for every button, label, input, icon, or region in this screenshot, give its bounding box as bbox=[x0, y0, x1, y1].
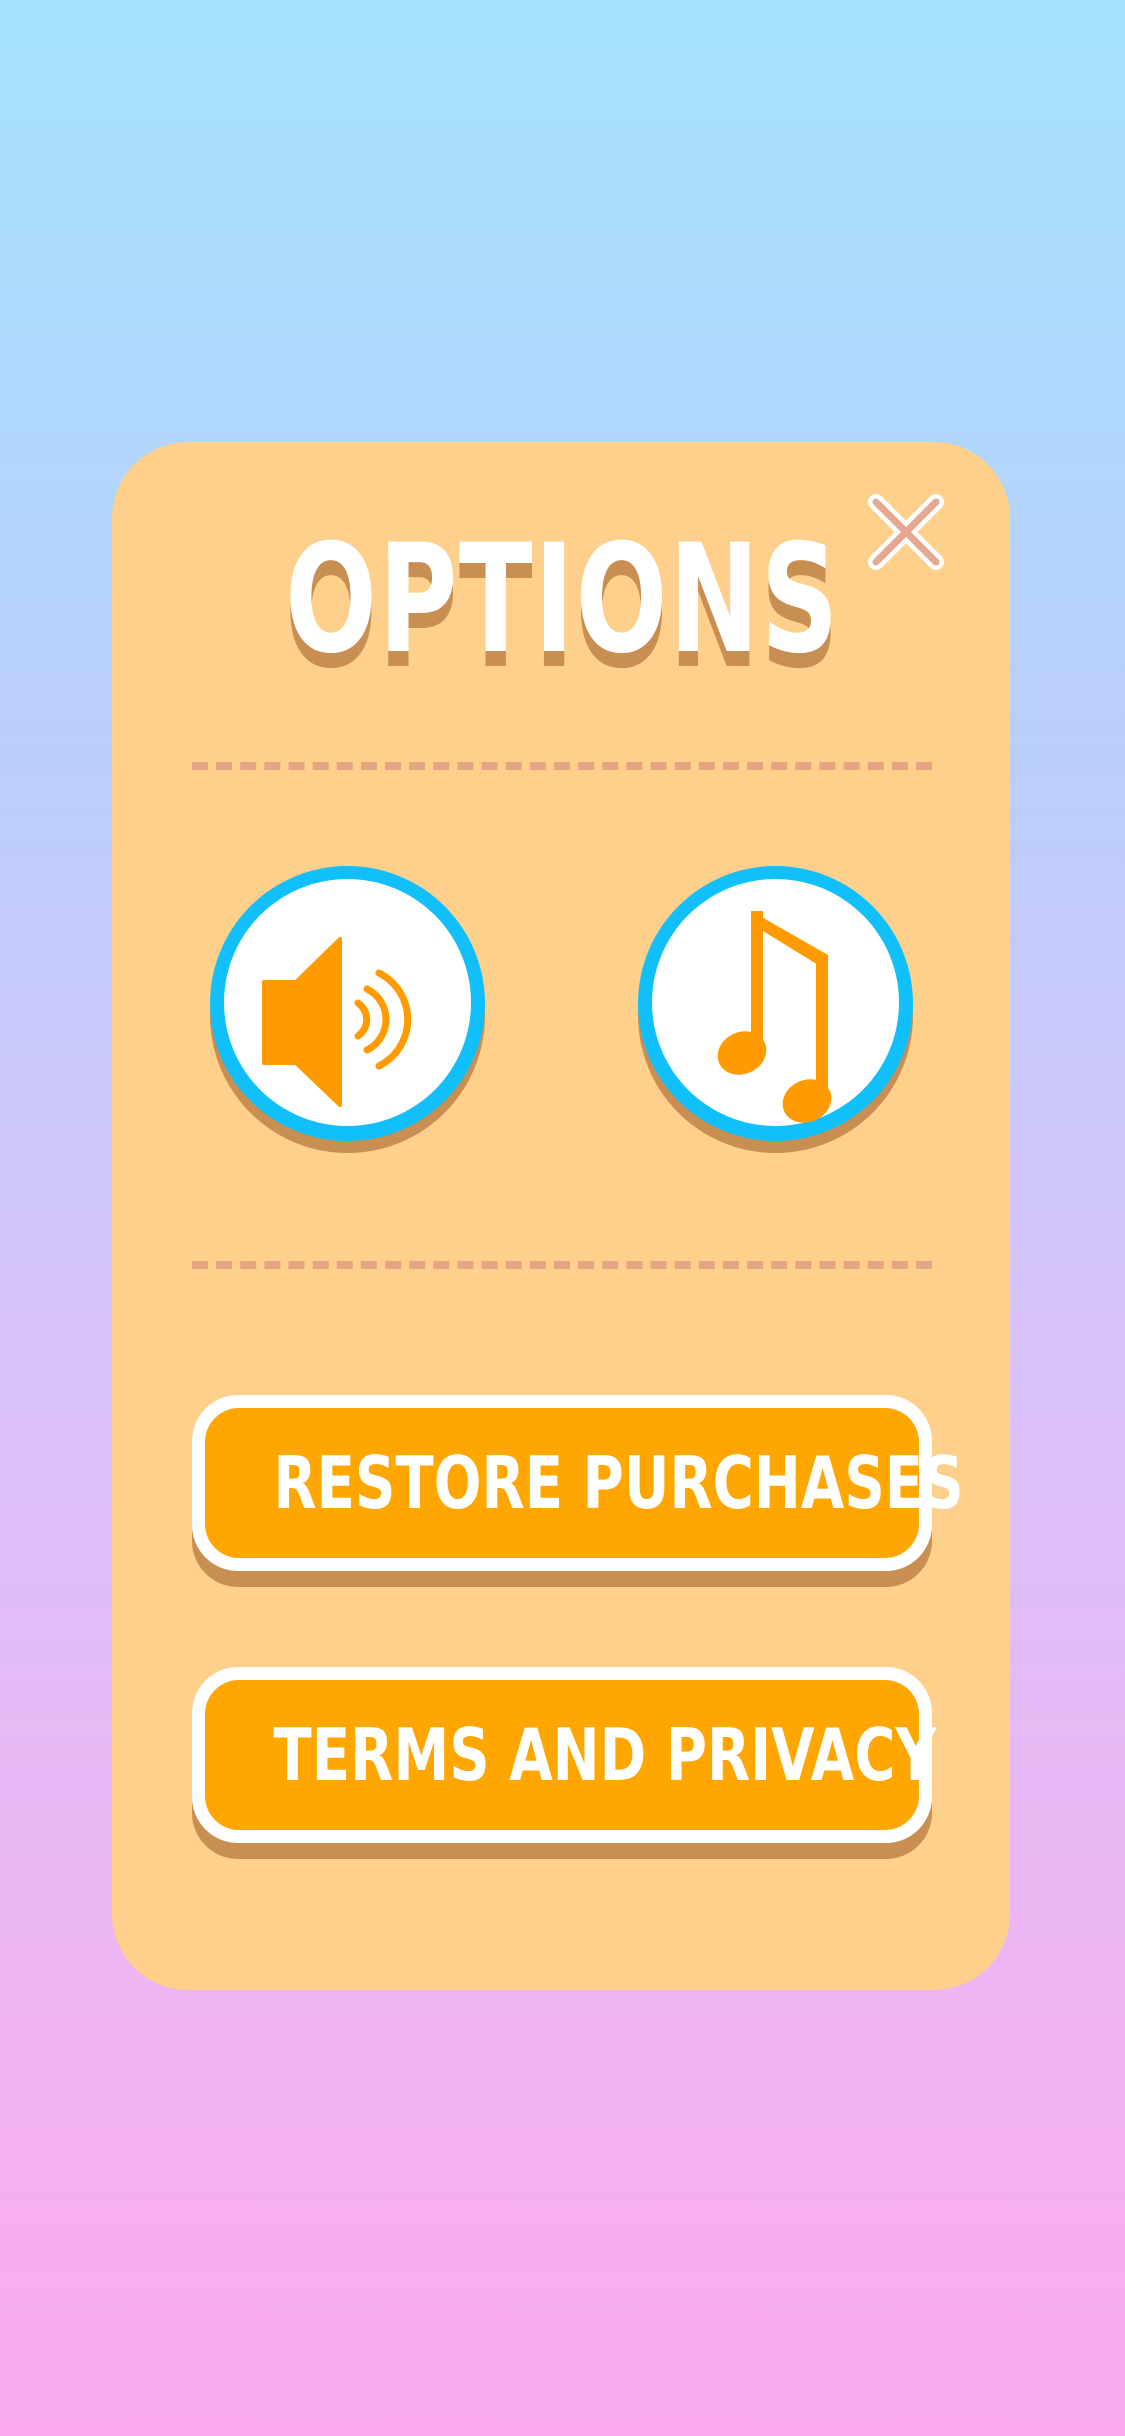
divider-bottom bbox=[192, 1261, 932, 1269]
music-note-icon bbox=[717, 911, 832, 1123]
page-title: OPTIONS bbox=[285, 513, 840, 687]
divider-top bbox=[192, 762, 932, 770]
sound-toggle-button[interactable] bbox=[210, 866, 485, 1156]
terms-and-privacy-button[interactable]: TERMS AND PRIVACY bbox=[192, 1667, 937, 1867]
terms-and-privacy-label: TERMS AND PRIVACY bbox=[273, 1713, 937, 1797]
close-button[interactable] bbox=[866, 492, 946, 572]
restore-purchases-label: RESTORE PURCHASES bbox=[273, 1441, 964, 1525]
music-toggle-button[interactable] bbox=[638, 866, 913, 1156]
speaker-icon bbox=[262, 937, 412, 1107]
restore-purchases-button[interactable]: RESTORE PURCHASES bbox=[192, 1395, 964, 1595]
close-icon bbox=[868, 494, 944, 570]
